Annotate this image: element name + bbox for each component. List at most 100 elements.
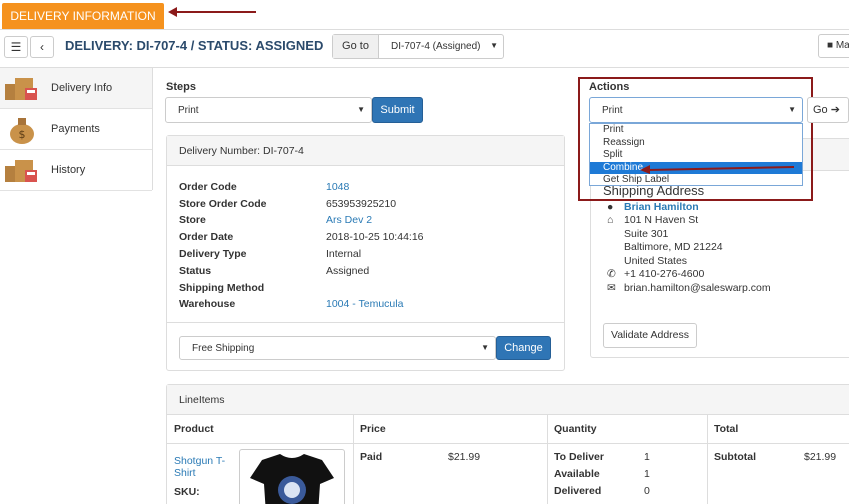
field-label: Warehouse [179, 298, 236, 310]
price-value: $21.99 [448, 451, 481, 463]
submit-button[interactable]: Submit [372, 97, 423, 123]
qty-value: 1 [644, 468, 650, 480]
sidebar-item-history[interactable]: History [0, 150, 152, 191]
divider [353, 415, 354, 504]
lineitems-panel-header: LineItems [167, 385, 849, 415]
delivery-panel: Delivery Number: DI-707-4 Order Code 104… [166, 135, 565, 371]
qty-value: 0 [644, 485, 650, 497]
goto-label: Go to [333, 35, 379, 58]
envelope-icon: ✉ [607, 282, 616, 294]
caret-down-icon: ▼ [357, 105, 365, 114]
field-label: Delivery Type [179, 248, 247, 260]
store-link[interactable]: Ars Dev 2 [326, 214, 372, 226]
shipping-select-value: Free Shipping [192, 343, 255, 354]
delivery-panel-header: Delivery Number: DI-707-4 [167, 136, 564, 166]
sidebar-item-payments[interactable]: $ Payments [0, 109, 152, 150]
list-icon: ☰ [10, 40, 22, 54]
order-date-value: 2018-10-25 10:44:16 [326, 231, 424, 243]
sidebar-item-label: History [51, 164, 86, 176]
steps-title: Steps [166, 81, 196, 93]
tab-bar: DELIVERY INFORMATION [0, 0, 849, 30]
order-code-link[interactable]: 1048 [326, 181, 349, 193]
column-header-total: Total [714, 423, 739, 435]
divider [167, 322, 564, 323]
sidebar-item-label: Delivery Info [51, 82, 113, 94]
subtotal-value: $21.99 [804, 451, 837, 463]
customer-name-link[interactable]: Brian Hamilton [624, 201, 699, 213]
home-icon: ⌂ [607, 214, 614, 226]
change-button[interactable]: Change [496, 336, 551, 360]
field-label: Store [179, 214, 206, 226]
list-view-button[interactable]: ☰ [4, 36, 28, 58]
field-label: Status [179, 265, 212, 277]
actions-select-value: Print [602, 105, 623, 116]
column-header-price: Price [360, 423, 386, 435]
truck-icon: ■ [827, 40, 834, 51]
goto-value: DI-707-4 (Assigned) [391, 41, 481, 52]
product-link[interactable]: Shotgun T-Shirt [174, 455, 230, 479]
lineitems-title: LineItems [179, 394, 225, 406]
tshirt-icon [250, 454, 334, 504]
price-label: Paid [360, 451, 383, 463]
boxes-history-icon [5, 160, 37, 182]
dropdown-option-print[interactable]: Print [590, 124, 802, 137]
product-image [239, 449, 345, 504]
page-header: ☰ ‹ DELIVERY: DI-707-4 / STATUS: ASSIGNE… [0, 30, 849, 68]
address-country: United States [624, 255, 688, 267]
field-label: Order Date [179, 231, 234, 243]
map-button[interactable]: ■ Ma [818, 34, 849, 58]
caret-down-icon: ▼ [788, 105, 796, 114]
sidebar-item-delivery-info[interactable]: Delivery Info [0, 68, 152, 109]
money-bag-icon: $ [10, 118, 34, 144]
delivery-number: Delivery Number: DI-707-4 [179, 145, 304, 157]
store-order-code-value: 653953925210 [326, 198, 397, 210]
steps-select-value: Print [178, 105, 199, 116]
address-line3: Baltimore, MD 21224 [624, 241, 723, 253]
validate-address-button[interactable]: Validate Address [603, 323, 697, 348]
subtotal-label: Subtotal [714, 451, 756, 463]
dropdown-option-get-ship-label[interactable]: Get Ship Label [590, 174, 802, 187]
shipping-method-select[interactable]: Free Shipping ▼ [179, 336, 496, 360]
phone-icon: ✆ [607, 268, 616, 280]
delivery-type-value: Internal [326, 248, 362, 260]
caret-down-icon: ▼ [490, 41, 498, 50]
lineitems-panel: LineItems Product Price Quantity Total S… [166, 384, 849, 504]
boxes-icon [5, 78, 37, 100]
address-line2: Suite 301 [624, 228, 669, 240]
tab-delivery-information[interactable]: DELIVERY INFORMATION [2, 3, 164, 29]
go-button[interactable]: Go ➔ [807, 97, 849, 123]
goto-select[interactable]: Go to DI-707-4 (Assigned) ▼ [332, 34, 504, 59]
dropdown-option-reassign[interactable]: Reassign [590, 137, 802, 150]
column-header-product: Product [174, 423, 214, 435]
go-label: Go [813, 104, 828, 116]
dropdown-option-split[interactable]: Split [590, 149, 802, 162]
address-line1: 101 N Haven St [624, 214, 699, 226]
sku-label: SKU: [174, 486, 200, 498]
qty-value: 1 [644, 451, 650, 463]
phone-number: +1 410-276-4600 [624, 268, 705, 280]
svg-text:$: $ [19, 128, 26, 141]
field-label: Shipping Method [179, 282, 265, 294]
qty-label: To Deliver [554, 451, 604, 463]
divider [707, 415, 708, 504]
user-icon: ● [607, 201, 614, 213]
arrow-right-icon: ➔ [830, 104, 840, 116]
back-button[interactable]: ‹ [30, 36, 54, 58]
annotation-arrow [640, 165, 795, 174]
sidebar-item-label: Payments [51, 123, 100, 135]
actions-dropdown-menu: Print Reassign Split Combine Get Ship La… [589, 123, 803, 186]
sidebar: Delivery Info $ Payments History [0, 68, 153, 191]
field-label: Store Order Code [179, 198, 267, 210]
divider [167, 443, 849, 444]
divider [547, 415, 548, 504]
chevron-left-icon: ‹ [40, 40, 44, 54]
caret-down-icon: ▼ [481, 343, 489, 352]
steps-select[interactable]: Print ▼ [165, 97, 372, 123]
actions-select[interactable]: Print ▼ [589, 97, 803, 123]
column-header-quantity: Quantity [554, 423, 597, 435]
page-title: DELIVERY: DI-707-4 / STATUS: ASSIGNED [65, 38, 324, 53]
email-address: brian.hamilton@saleswarp.com [624, 282, 771, 294]
annotation-arrow [168, 7, 256, 17]
status-value: Assigned [326, 265, 370, 277]
warehouse-link[interactable]: 1004 - Temucula [326, 298, 403, 310]
